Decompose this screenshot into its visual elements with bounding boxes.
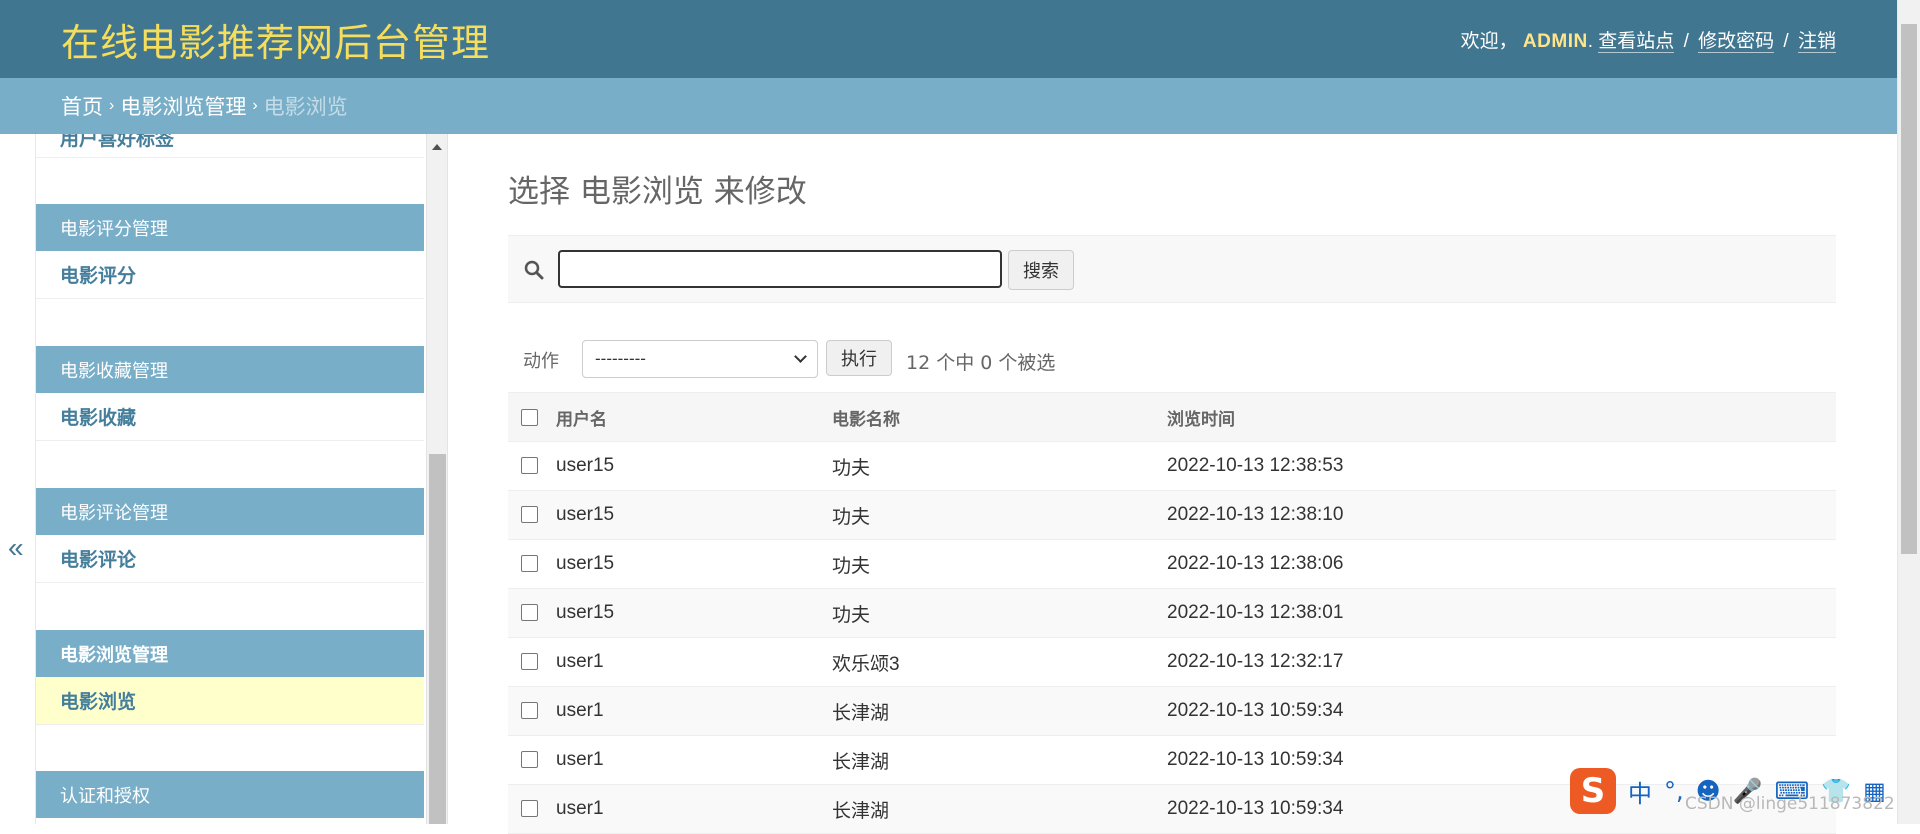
cell-movie: 长津湖 — [832, 784, 1167, 834]
row-checkbox[interactable] — [521, 555, 538, 573]
cell-time: 2022-10-13 12:38:10 — [1167, 490, 1836, 540]
column-header-movie[interactable]: 电影名称 — [832, 392, 1167, 442]
cell-username: user1 — [556, 735, 832, 785]
selection-counter: 12 个中 0 个被选 — [906, 352, 1056, 374]
nav-sidebar: 用户喜好标签 电影评分管理 电影评分 电影收藏管理 电影收藏 电影评论管理 电影… — [36, 134, 426, 824]
scrollbar-thumb[interactable] — [429, 454, 446, 824]
chevron-down-icon — [794, 350, 807, 363]
table-row: user1 长津湖 2022-10-13 10:59:34 — [508, 686, 1836, 736]
cell-movie: 长津湖 — [832, 686, 1167, 736]
watermark: CSDN @linge511873822 — [1685, 794, 1895, 814]
ime-mode-toggle[interactable]: 中 — [1628, 774, 1652, 809]
site-name[interactable]: 在线电影推荐网后台管理 — [61, 12, 490, 67]
cell-username: user15 — [556, 588, 832, 638]
module-comments: 电影评论管理 电影评论 — [36, 488, 424, 583]
table-header-row: 用户名 电影名称 浏览时间 — [508, 392, 1836, 442]
sidebar-toggle-strip[interactable]: « — [0, 134, 36, 824]
cell-time: 2022-10-13 12:38:53 — [1167, 441, 1836, 491]
table-row: user1 欢乐颂3 2022-10-13 12:32:17 — [508, 637, 1836, 687]
ime-logo-icon[interactable]: S — [1570, 768, 1616, 814]
cell-time: 2022-10-13 12:38:01 — [1167, 588, 1836, 638]
table-row: user15 功夫 2022-10-13 12:38:01 — [508, 588, 1836, 638]
search-toolbar: 搜索 — [508, 235, 1836, 303]
ime-punctuation-toggle[interactable]: °, — [1664, 777, 1684, 805]
action-label: 动作 — [523, 351, 559, 372]
welcome-text: 欢迎， — [1460, 30, 1518, 52]
view-site-link[interactable]: 查看站点 — [1598, 30, 1675, 53]
cell-username: user1 — [556, 637, 832, 687]
sidebar-item-partial[interactable]: 用户喜好标签 — [36, 134, 424, 158]
sidebar-item-comments[interactable]: 电影评论 — [36, 535, 424, 583]
row-checkbox[interactable] — [521, 702, 538, 720]
select-all-cell — [508, 392, 556, 442]
column-header-time[interactable]: 浏览时间 — [1167, 392, 1836, 442]
cell-movie: 功夫 — [832, 588, 1167, 638]
search-input[interactable] — [558, 250, 1002, 288]
module-caption[interactable]: 认证和授权 — [36, 771, 424, 818]
breadcrumb-app[interactable]: 电影浏览管理 — [120, 91, 246, 121]
user-tools: 欢迎， ADMIN. 查看站点 / 修改密码 / 注销 — [1460, 30, 1836, 53]
action-select[interactable]: --------- — [582, 340, 818, 378]
cell-time: 2022-10-13 12:32:17 — [1167, 637, 1836, 687]
row-checkbox[interactable] — [521, 506, 538, 524]
cell-time: 2022-10-13 10:59:34 — [1167, 686, 1836, 736]
page-scrollbar[interactable] — [1897, 0, 1920, 824]
module-auth: 认证和授权 — [36, 771, 424, 818]
module-browsing: 电影浏览管理 电影浏览 — [36, 630, 424, 725]
cell-movie: 功夫 — [832, 490, 1167, 540]
collapse-sidebar-icon[interactable]: « — [8, 532, 24, 564]
search-button[interactable]: 搜索 — [1008, 250, 1074, 290]
cell-username: user1 — [556, 784, 832, 834]
cell-movie: 功夫 — [832, 441, 1167, 491]
cell-time: 2022-10-13 12:38:06 — [1167, 539, 1836, 589]
header: 在线电影推荐网后台管理 欢迎， ADMIN. 查看站点 / 修改密码 / 注销 — [0, 0, 1897, 78]
column-header-username[interactable]: 用户名 — [556, 392, 832, 442]
scroll-up-arrow-icon[interactable] — [432, 144, 442, 150]
module-favorites: 电影收藏管理 电影收藏 — [36, 346, 424, 441]
select-all-checkbox[interactable] — [521, 408, 538, 426]
username: ADMIN — [1522, 30, 1588, 52]
sidebar-item-rating[interactable]: 电影评分 — [36, 251, 424, 299]
run-action-button[interactable]: 执行 — [826, 340, 892, 376]
cell-movie: 功夫 — [832, 539, 1167, 589]
cell-username: user15 — [556, 441, 832, 491]
sidebar-item-favorites[interactable]: 电影收藏 — [36, 393, 424, 441]
table-row: user15 功夫 2022-10-13 12:38:53 — [508, 441, 1836, 491]
table-row: user15 功夫 2022-10-13 12:38:06 — [508, 539, 1836, 589]
breadcrumb-home[interactable]: 首页 — [61, 91, 103, 121]
actions-bar: 动作 --------- 执行 12 个中 0 个被选 — [508, 340, 1836, 380]
scrollbar-thumb[interactable] — [1901, 24, 1917, 554]
cell-username: user15 — [556, 539, 832, 589]
row-checkbox[interactable] — [521, 751, 538, 769]
cell-username: user15 — [556, 490, 832, 540]
change-password-link[interactable]: 修改密码 — [1698, 30, 1775, 53]
logout-link[interactable]: 注销 — [1797, 30, 1836, 53]
sidebar-item-browsing[interactable]: 电影浏览 — [36, 677, 424, 725]
row-checkbox[interactable] — [521, 604, 538, 622]
breadcrumb-separator: › — [252, 97, 258, 114]
module-caption[interactable]: 电影浏览管理 — [36, 630, 424, 677]
row-checkbox[interactable] — [521, 800, 538, 818]
cell-username: user1 — [556, 686, 832, 736]
module-caption[interactable]: 电影评分管理 — [36, 204, 424, 251]
module-caption[interactable]: 电影评论管理 — [36, 488, 424, 535]
breadcrumb: 首页 › 电影浏览管理 › 电影浏览 — [0, 78, 1897, 134]
row-checkbox[interactable] — [521, 653, 538, 671]
table-row: user15 功夫 2022-10-13 12:38:10 — [508, 490, 1836, 540]
row-checkbox[interactable] — [521, 457, 538, 475]
breadcrumb-current: 电影浏览 — [263, 96, 348, 119]
cell-movie: 欢乐颂3 — [832, 637, 1167, 687]
page-title: 选择 电影浏览 来修改 — [508, 174, 807, 210]
cell-movie: 长津湖 — [832, 735, 1167, 785]
module-rating: 电影评分管理 电影评分 — [36, 204, 424, 299]
breadcrumb-separator: › — [109, 97, 115, 114]
action-select-value: --------- — [595, 349, 646, 368]
sidebar-scrollbar[interactable] — [426, 134, 448, 824]
search-icon — [524, 260, 544, 280]
module-caption[interactable]: 电影收藏管理 — [36, 346, 424, 393]
sidebar-item-label: 用户喜好标签 — [60, 134, 175, 150]
